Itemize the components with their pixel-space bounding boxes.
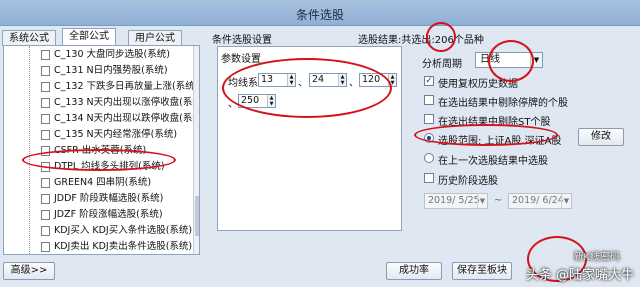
result-count-highlight: [426, 22, 456, 52]
start-date-field[interactable]: 2019/ 5/25 ▼: [424, 193, 488, 209]
settings-section-title: 条件选股设置: [212, 35, 272, 46]
formula-icon: [41, 66, 50, 76]
period-highlight: [488, 40, 534, 82]
history-checkbox[interactable]: [424, 173, 434, 183]
formula-icon: [41, 242, 50, 252]
result-summary: 选股结果:共选出:206个品种: [358, 31, 484, 46]
chevron-down-icon: ▼: [561, 194, 571, 208]
end-date-field[interactable]: 2019/ 6/24 ▼: [508, 193, 572, 209]
title-bar: 条件选股: [0, 0, 640, 26]
tab-all-formulas[interactable]: 全部公式: [62, 28, 116, 46]
tree-item[interactable]: JDZF 阶段涨幅选股(系统): [4, 208, 194, 222]
history-label: 历史阶段选股: [438, 176, 498, 187]
window-title: 条件选股: [295, 8, 344, 22]
save-to-block-button[interactable]: 保存至板块: [452, 262, 512, 280]
tree-item[interactable]: KDJ卖出 KDJ卖出条件选股(系统): [4, 240, 194, 254]
tree-item[interactable]: C_134 N天内出现以跌停收盘(系统: [4, 112, 199, 126]
formula-icon: [41, 82, 50, 92]
formula-icon: [41, 98, 50, 108]
result-prefix: 选股结果:共选出:: [358, 35, 435, 46]
chevron-down-icon: ▼: [477, 194, 487, 208]
range-highlight: [414, 124, 558, 146]
tab-system-formulas[interactable]: 系统公式: [2, 30, 56, 46]
within-last-label: 在上一次选股结果中选股: [438, 156, 548, 167]
tree-item[interactable]: GREEN4 四串阴(系统): [4, 176, 194, 190]
exclude-suspended-label: 在选出结果中剔除停牌的个股: [438, 98, 568, 109]
formula-tabs: 系统公式 全部公式 用户公式: [0, 28, 205, 46]
date-range-separator: ~: [494, 195, 503, 206]
formula-icon: [41, 210, 50, 220]
tree-scroll-thumb[interactable]: [195, 196, 199, 236]
watermark-sub: 新K线密码: [573, 252, 620, 263]
params-highlight: [222, 58, 392, 118]
formula-icon: [41, 50, 50, 60]
exclude-suspended-checkbox[interactable]: [424, 95, 434, 105]
tree-item[interactable]: C_133 N天内出现以涨停收盘(系统: [4, 96, 199, 110]
tree-scrollbar[interactable]: [193, 46, 199, 254]
formula-icon: [41, 194, 50, 204]
within-last-radio[interactable]: [424, 153, 434, 163]
use-adjusted-checkbox[interactable]: ✓: [424, 76, 434, 86]
tree-item[interactable]: C_135 N天内经常涨停(系统): [4, 128, 194, 142]
advanced-button[interactable]: 高级>>: [3, 262, 55, 280]
formula-icon: [41, 114, 50, 124]
watermark-main: 头条 @陆家嘴大牛: [525, 268, 634, 283]
success-rate-button[interactable]: 成功率: [386, 262, 442, 280]
modify-range-button[interactable]: 修改: [578, 128, 624, 146]
formula-icon: [41, 226, 50, 236]
watermark: 新K线密码 头条 @陆家嘴大牛: [525, 252, 634, 283]
tree-item[interactable]: C_132 下跌多日再放量上涨(系统): [4, 80, 198, 94]
period-label: 分析周期: [422, 59, 462, 70]
tree-item[interactable]: KDJ买入 KDJ买入条件选股(系统): [4, 224, 194, 238]
exclude-st-checkbox[interactable]: [424, 114, 434, 124]
tree-item[interactable]: JDDF 阶段跌幅选股(系统): [4, 192, 194, 206]
tree-item[interactable]: C_131 N日内强势股(系统): [4, 64, 194, 78]
selected-formula-highlight: [22, 149, 176, 171]
formula-icon: [41, 130, 50, 140]
params-title: 参数设置: [221, 54, 261, 65]
tab-user-formulas[interactable]: 用户公式: [128, 30, 182, 46]
tree-item[interactable]: C_130 大盘同步选股(系统): [4, 48, 194, 62]
result-unit: 个品种: [453, 35, 484, 46]
formula-icon: [41, 178, 50, 188]
